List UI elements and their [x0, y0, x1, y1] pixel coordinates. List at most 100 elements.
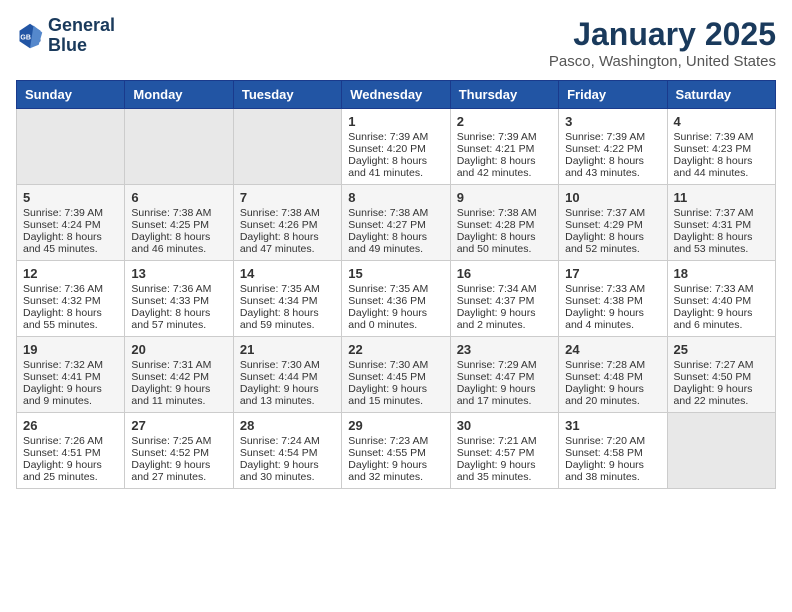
- day-info: Daylight: 8 hours and 49 minutes.: [348, 231, 443, 255]
- day-info: Sunrise: 7:21 AM: [457, 435, 552, 447]
- day-info: Sunset: 4:38 PM: [565, 295, 660, 307]
- day-number: 1: [348, 114, 443, 129]
- day-info: Sunrise: 7:34 AM: [457, 283, 552, 295]
- weekday-header-friday: Friday: [559, 81, 667, 109]
- day-info: Sunrise: 7:39 AM: [348, 131, 443, 143]
- calendar-cell: 18Sunrise: 7:33 AMSunset: 4:40 PMDayligh…: [667, 261, 775, 337]
- day-info: Sunset: 4:47 PM: [457, 371, 552, 383]
- day-info: Sunset: 4:45 PM: [348, 371, 443, 383]
- day-info: Sunrise: 7:30 AM: [240, 359, 335, 371]
- day-info: Sunrise: 7:33 AM: [674, 283, 769, 295]
- day-info: Daylight: 9 hours and 17 minutes.: [457, 383, 552, 407]
- logo: GB General Blue: [16, 16, 115, 56]
- day-number: 30: [457, 418, 552, 433]
- day-info: Sunrise: 7:39 AM: [674, 131, 769, 143]
- day-number: 25: [674, 342, 769, 357]
- day-info: Sunrise: 7:35 AM: [240, 283, 335, 295]
- day-info: Daylight: 8 hours and 42 minutes.: [457, 155, 552, 179]
- day-info: Sunrise: 7:27 AM: [674, 359, 769, 371]
- day-number: 12: [23, 266, 118, 281]
- calendar-cell: 17Sunrise: 7:33 AMSunset: 4:38 PMDayligh…: [559, 261, 667, 337]
- day-info: Sunset: 4:55 PM: [348, 447, 443, 459]
- day-info: Sunrise: 7:24 AM: [240, 435, 335, 447]
- month-title: January 2025: [549, 16, 776, 53]
- day-number: 7: [240, 190, 335, 205]
- day-number: 13: [131, 266, 226, 281]
- day-info: Daylight: 9 hours and 15 minutes.: [348, 383, 443, 407]
- day-info: Daylight: 8 hours and 52 minutes.: [565, 231, 660, 255]
- day-info: Sunset: 4:36 PM: [348, 295, 443, 307]
- day-number: 11: [674, 190, 769, 205]
- day-info: Daylight: 8 hours and 55 minutes.: [23, 307, 118, 331]
- calendar-cell: 31Sunrise: 7:20 AMSunset: 4:58 PMDayligh…: [559, 413, 667, 489]
- day-number: 14: [240, 266, 335, 281]
- day-info: Sunset: 4:51 PM: [23, 447, 118, 459]
- day-info: Sunset: 4:40 PM: [674, 295, 769, 307]
- day-number: 18: [674, 266, 769, 281]
- week-row-2: 5Sunrise: 7:39 AMSunset: 4:24 PMDaylight…: [17, 185, 776, 261]
- weekday-header-tuesday: Tuesday: [233, 81, 341, 109]
- calendar-cell: 22Sunrise: 7:30 AMSunset: 4:45 PMDayligh…: [342, 337, 450, 413]
- day-info: Daylight: 9 hours and 30 minutes.: [240, 459, 335, 483]
- day-info: Sunrise: 7:31 AM: [131, 359, 226, 371]
- calendar-cell: 6Sunrise: 7:38 AMSunset: 4:25 PMDaylight…: [125, 185, 233, 261]
- calendar-cell: 14Sunrise: 7:35 AMSunset: 4:34 PMDayligh…: [233, 261, 341, 337]
- calendar-cell: [233, 109, 341, 185]
- day-info: Sunrise: 7:35 AM: [348, 283, 443, 295]
- weekday-header-row: SundayMondayTuesdayWednesdayThursdayFrid…: [17, 81, 776, 109]
- calendar: SundayMondayTuesdayWednesdayThursdayFrid…: [16, 80, 776, 489]
- day-info: Daylight: 9 hours and 0 minutes.: [348, 307, 443, 331]
- calendar-cell: 24Sunrise: 7:28 AMSunset: 4:48 PMDayligh…: [559, 337, 667, 413]
- day-info: Sunset: 4:31 PM: [674, 219, 769, 231]
- day-number: 15: [348, 266, 443, 281]
- day-info: Daylight: 8 hours and 50 minutes.: [457, 231, 552, 255]
- calendar-cell: [667, 413, 775, 489]
- day-info: Daylight: 9 hours and 20 minutes.: [565, 383, 660, 407]
- day-info: Sunrise: 7:39 AM: [457, 131, 552, 143]
- calendar-cell: 1Sunrise: 7:39 AMSunset: 4:20 PMDaylight…: [342, 109, 450, 185]
- day-number: 8: [348, 190, 443, 205]
- calendar-cell: 23Sunrise: 7:29 AMSunset: 4:47 PMDayligh…: [450, 337, 558, 413]
- day-info: Sunrise: 7:38 AM: [240, 207, 335, 219]
- calendar-cell: 30 Sunrise: 7:21 AMSunset: 4:57 PMDayligh…: [450, 413, 558, 489]
- day-info: Sunrise: 7:32 AM: [23, 359, 118, 371]
- day-info: Daylight: 8 hours and 59 minutes.: [240, 307, 335, 331]
- calendar-cell: 26Sunrise: 7:26 AMSunset: 4:51 PMDayligh…: [17, 413, 125, 489]
- day-info: Sunset: 4:20 PM: [348, 143, 443, 155]
- header: GB General Blue January 2025 Pasco, Wash…: [16, 16, 776, 70]
- day-number: 28: [240, 418, 335, 433]
- calendar-cell: 21Sunrise: 7:30 AMSunset: 4:44 PMDayligh…: [233, 337, 341, 413]
- calendar-cell: 3Sunrise: 7:39 AMSunset: 4:22 PMDaylight…: [559, 109, 667, 185]
- day-info: Sunset: 4:21 PM: [457, 143, 552, 155]
- day-info: Sunrise: 7:25 AM: [131, 435, 226, 447]
- day-info: Sunrise: 7:39 AM: [23, 207, 118, 219]
- day-info: Sunrise: 7:33 AM: [565, 283, 660, 295]
- day-info: Daylight: 8 hours and 43 minutes.: [565, 155, 660, 179]
- day-info: Daylight: 9 hours and 27 minutes.: [131, 459, 226, 483]
- title-block: January 2025 Pasco, Washington, United S…: [549, 16, 776, 70]
- week-row-3: 12Sunrise: 7:36 AMSunset: 4:32 PMDayligh…: [17, 261, 776, 337]
- day-info: Daylight: 9 hours and 11 minutes.: [131, 383, 226, 407]
- day-number: 26: [23, 418, 118, 433]
- calendar-cell: [17, 109, 125, 185]
- day-info: Daylight: 9 hours and 35 minutes.: [457, 459, 552, 483]
- calendar-cell: 9Sunrise: 7:38 AMSunset: 4:28 PMDaylight…: [450, 185, 558, 261]
- day-info: Sunrise: 7:36 AM: [131, 283, 226, 295]
- day-info: Sunset: 4:27 PM: [348, 219, 443, 231]
- week-row-4: 19Sunrise: 7:32 AMSunset: 4:41 PMDayligh…: [17, 337, 776, 413]
- day-info: Sunrise: 7:20 AM: [565, 435, 660, 447]
- day-number: 6: [131, 190, 226, 205]
- day-number: 29: [348, 418, 443, 433]
- day-number: 10: [565, 190, 660, 205]
- day-info: Daylight: 9 hours and 13 minutes.: [240, 383, 335, 407]
- calendar-cell: 2Sunrise: 7:39 AMSunset: 4:21 PMDaylight…: [450, 109, 558, 185]
- day-info: Sunset: 4:28 PM: [457, 219, 552, 231]
- day-info: Sunset: 4:57 PM: [457, 447, 552, 459]
- weekday-header-wednesday: Wednesday: [342, 81, 450, 109]
- calendar-cell: 7Sunrise: 7:38 AMSunset: 4:26 PMDaylight…: [233, 185, 341, 261]
- calendar-cell: 4Sunrise: 7:39 AMSunset: 4:23 PMDaylight…: [667, 109, 775, 185]
- day-number: 22: [348, 342, 443, 357]
- day-number: 5: [23, 190, 118, 205]
- logo-icon: GB: [16, 22, 44, 50]
- calendar-cell: 13Sunrise: 7:36 AMSunset: 4:33 PMDayligh…: [125, 261, 233, 337]
